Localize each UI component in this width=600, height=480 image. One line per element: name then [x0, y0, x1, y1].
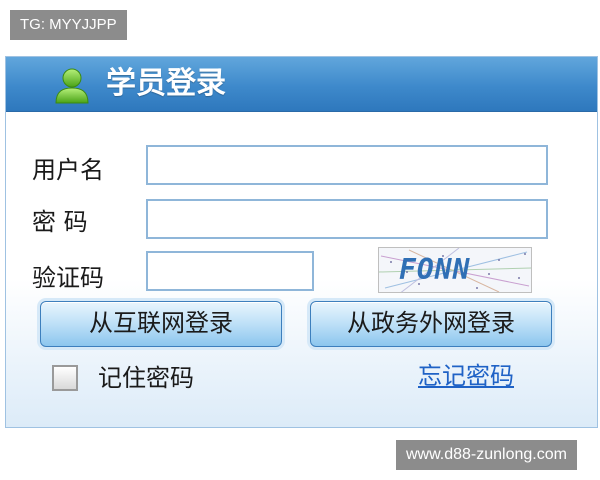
password-label: 密 码	[32, 208, 88, 236]
watermark-bottom: www.d88-zunlong.com	[396, 440, 577, 470]
captcha-image[interactable]: FONN	[378, 247, 532, 293]
username-input[interactable]	[146, 145, 548, 185]
password-input[interactable]	[146, 199, 548, 239]
remember-label[interactable]: 记住密码	[98, 361, 194, 395]
user-icon	[52, 65, 92, 105]
internet-login-button[interactable]: 从互联网登录	[40, 301, 282, 347]
captcha-input[interactable]	[146, 251, 314, 291]
login-panel: 学员登录 用户名 密 码 验证码 FONN 从互联网登录 从政务外网登录 记住密…	[5, 56, 598, 428]
captcha-label: 验证码	[32, 264, 104, 292]
login-title: 学员登录	[106, 66, 226, 101]
remember-checkbox[interactable]	[52, 365, 78, 391]
username-label: 用户名	[32, 156, 104, 184]
login-header: 学员登录	[6, 57, 597, 112]
gov-login-button[interactable]: 从政务外网登录	[310, 301, 552, 347]
forgot-password-link[interactable]: 忘记密码	[418, 359, 514, 393]
watermark-top: TG: MYYJJPP	[10, 10, 127, 40]
captcha-text: FONN	[399, 253, 471, 286]
